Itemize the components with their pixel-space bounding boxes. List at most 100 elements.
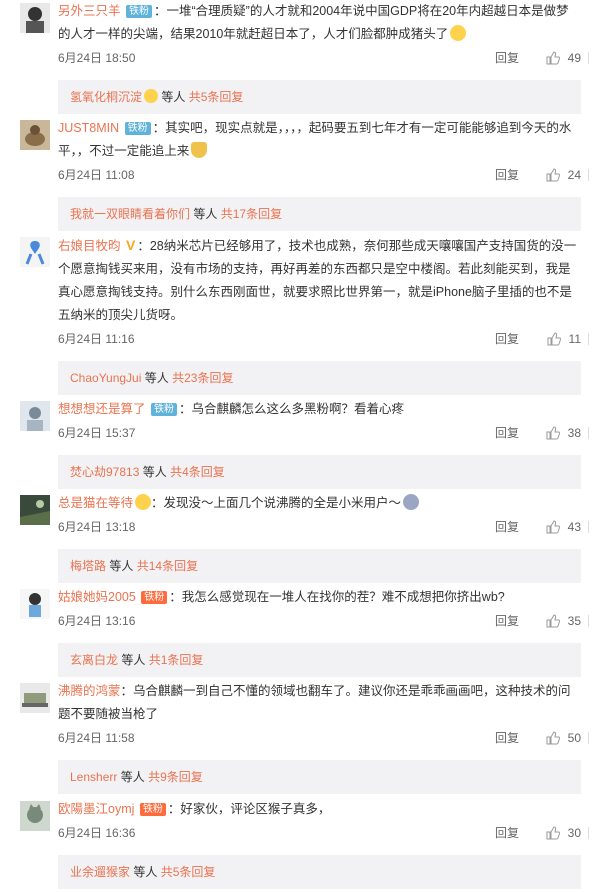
timestamp: 6月24日 18:50 xyxy=(58,51,136,65)
reply-user[interactable]: 业余遛猴家 xyxy=(70,865,130,879)
comment-item: 欧陽墨江oymj 铁粉 ：好家伙，评论区猴子真多， 6月24日 16:36 回复 … xyxy=(0,798,603,892)
comment-item: 另外三只羊 铁粉 ：一堆“合理质疑”的人才就和2004年说中国GDP将在20年内超… xyxy=(0,0,603,117)
reply-button[interactable]: 回复 xyxy=(495,609,519,633)
like-button[interactable]: 24 xyxy=(546,163,581,187)
like-button[interactable]: 30 xyxy=(546,821,581,845)
emoji-icon xyxy=(135,494,152,510)
username[interactable]: 姑娘她妈2005 xyxy=(58,590,136,604)
reply-button[interactable]: 回复 xyxy=(495,327,519,351)
avatar[interactable] xyxy=(20,589,50,619)
reply-count-link[interactable]: 共5条回复 xyxy=(161,865,216,879)
reply-count-link[interactable]: 共4条回复 xyxy=(170,465,225,479)
divider xyxy=(588,427,589,439)
username[interactable]: 右娘目牧昀 xyxy=(58,239,121,253)
fan-badge: 铁粉 xyxy=(139,803,166,816)
like-button[interactable]: 35 xyxy=(546,609,581,633)
thumbs-up-icon xyxy=(546,168,560,182)
reply-count-link[interactable]: 共9条回复 xyxy=(148,770,203,784)
like-button[interactable]: 38 xyxy=(546,421,581,445)
username[interactable]: 总是猫在等待 xyxy=(58,496,133,510)
reply-user[interactable]: 玄离白龙 xyxy=(70,653,118,667)
timestamp: 6月24日 11:08 xyxy=(58,168,135,182)
username[interactable]: 欧陽墨江oymj xyxy=(58,802,134,816)
reply-user[interactable]: ChaoYungJui xyxy=(70,371,141,385)
reply-user[interactable]: 梅塔路 xyxy=(70,559,106,573)
reply-button[interactable]: 回复 xyxy=(495,46,519,70)
reply-summary[interactable]: 焚心劫97813 等人 共4条回复 xyxy=(58,455,581,489)
avatar[interactable] xyxy=(20,237,50,267)
like-count: 30 xyxy=(567,826,581,840)
divider xyxy=(588,521,589,533)
fan-badge: 铁粉 xyxy=(126,5,152,18)
comment-item: 姑娘她妈2005 铁粉 ：我怎么感觉现在一堆人在找你的茬？难不成想把你挤出wb? … xyxy=(0,586,603,680)
like-count: 24 xyxy=(567,168,581,182)
timestamp: 6月24日 13:18 xyxy=(58,520,136,534)
reply-count-link[interactable]: 共1条回复 xyxy=(149,653,204,667)
reply-others: 等人 xyxy=(161,90,186,104)
like-button[interactable]: 43 xyxy=(546,515,581,539)
reply-summary[interactable]: ChaoYungJui 等人 共23条回复 xyxy=(58,361,581,395)
like-button[interactable]: 49 xyxy=(546,46,581,70)
username[interactable]: JUST8MIN xyxy=(58,121,119,135)
comment-text: ：28纳米芯片已经够用了，技术也成熟，奈何那些成天嚷嚷国产支持国货的没一个愿意掏… xyxy=(58,239,577,322)
reply-summary[interactable]: 业余遛猴家 等人 共5条回复 xyxy=(58,855,581,889)
reply-summary[interactable]: Lensherr 等人 共9条回复 xyxy=(58,760,581,794)
username[interactable]: 沸腾的鸿蒙 xyxy=(58,684,121,698)
username[interactable]: 另外三只羊 xyxy=(58,4,121,18)
reply-user[interactable]: 我就一双眼睛看着你们 xyxy=(70,207,190,221)
username[interactable]: 想想想还是算了 xyxy=(58,402,146,416)
avatar[interactable] xyxy=(20,3,50,33)
reply-summary[interactable]: 玄离白龙 等人 共1条回复 xyxy=(58,643,581,677)
timestamp: 6月24日 11:16 xyxy=(58,332,135,346)
reply-summary[interactable]: 氢氧化桐沉淀 等人 共5条回复 xyxy=(58,80,581,114)
comment-item: JUST8MIN 铁粉 ：其实吧，现实点就是，，，，起码要五到七年才有一定可能能够… xyxy=(0,117,603,234)
thumbs-up-icon xyxy=(546,614,560,628)
face-emoji-icon xyxy=(403,494,420,510)
thumbs-up-icon xyxy=(546,520,560,534)
avatar[interactable] xyxy=(20,683,50,713)
reply-button[interactable]: 回复 xyxy=(495,821,519,845)
emoji-icon xyxy=(144,89,159,103)
comment-item: 沸腾的鸿蒙：乌合麒麟一到自己不懂的领域也翻车了。建议你还是乖乖画画吧，这种技术的… xyxy=(0,680,603,798)
like-button[interactable]: 11 xyxy=(547,327,581,351)
timestamp: 6月24日 16:36 xyxy=(58,826,136,840)
reply-button[interactable]: 回复 xyxy=(495,726,519,750)
like-count: 35 xyxy=(567,614,581,628)
like-count: 11 xyxy=(568,332,581,346)
reply-user[interactable]: 氢氧化桐沉淀 xyxy=(70,90,142,104)
comment-text: ：乌合麒麟怎么这么多黑粉啊？看着心疼 xyxy=(179,402,405,416)
avatar[interactable] xyxy=(20,495,50,525)
divider xyxy=(588,732,589,744)
reply-button[interactable]: 回复 xyxy=(495,421,519,445)
like-button[interactable]: 50 xyxy=(546,726,581,750)
reply-button[interactable]: 回复 xyxy=(495,515,519,539)
timestamp: 6月24日 13:16 xyxy=(58,614,136,628)
crown-emoji-icon xyxy=(191,142,208,158)
reply-button[interactable]: 回复 xyxy=(495,163,519,187)
pig-face-emoji-icon xyxy=(450,25,467,41)
reply-user[interactable]: Lensherr xyxy=(70,770,117,784)
reply-summary[interactable]: 我就一双眼睛看着你们 等人 共17条回复 xyxy=(58,197,581,231)
like-count: 49 xyxy=(567,51,581,65)
reply-count-link[interactable]: 共17条回复 xyxy=(221,207,282,221)
reply-count-link[interactable]: 共5条回复 xyxy=(189,90,244,104)
comment-item: 想想想还是算了 铁粉 ：乌合麒麟怎么这么多黑粉啊？看着心疼 6月24日 15:37… xyxy=(0,398,603,492)
reply-count-link[interactable]: 共14条回复 xyxy=(137,559,198,573)
divider xyxy=(588,827,589,839)
reply-count-link[interactable]: 共23条回复 xyxy=(172,371,233,385)
comment-text: ：乌合麒麟一到自己不懂的领域也翻车了。建议你还是乖乖画画吧，这种技术的问题不要随… xyxy=(58,684,571,721)
like-count: 43 xyxy=(567,520,581,534)
avatar[interactable] xyxy=(20,401,50,431)
avatar[interactable] xyxy=(20,120,50,150)
thumbs-up-icon xyxy=(547,332,561,346)
divider xyxy=(588,52,589,64)
avatar[interactable] xyxy=(20,801,50,831)
reply-others: 等人 xyxy=(121,653,146,667)
reply-user[interactable]: 焚心劫97813 xyxy=(70,465,139,479)
reply-others: 等人 xyxy=(142,465,167,479)
reply-summary[interactable]: 梅塔路 等人 共14条回复 xyxy=(58,549,581,583)
reply-others: 等人 xyxy=(120,770,145,784)
thumbs-up-icon xyxy=(546,731,560,745)
verified-v-icon: V xyxy=(126,237,136,253)
reply-others: 等人 xyxy=(193,207,218,221)
